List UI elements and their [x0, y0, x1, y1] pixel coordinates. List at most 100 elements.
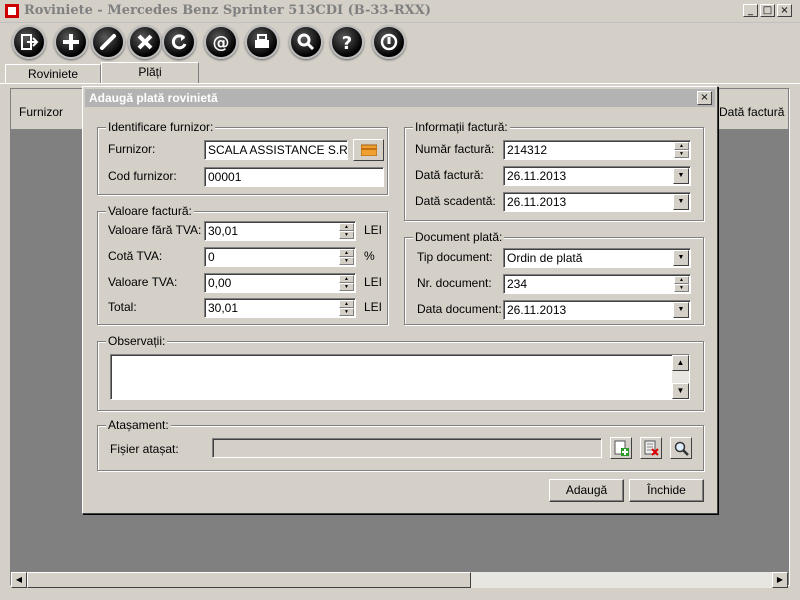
supplier-browse-button[interactable] — [353, 139, 384, 161]
refresh-icon — [171, 34, 187, 50]
help-button[interactable]: ? — [330, 25, 364, 59]
add-attachment-button[interactable] — [610, 437, 632, 459]
vat-rate-spinner[interactable]: ▲ ▼ — [339, 249, 354, 265]
attachment-legend: Atașament: — [106, 418, 171, 432]
scroll-right-button[interactable]: ▶ — [772, 572, 788, 588]
scroll-left-button[interactable]: ◀ — [11, 572, 27, 588]
net-value-spinner[interactable]: ▲ ▼ — [339, 223, 354, 239]
net-value-field[interactable]: 30,01 ▲ ▼ — [204, 221, 356, 241]
title-bar: Roviniete - Mercedes Benz Sprinter 513CD… — [0, 0, 800, 23]
tab-plati[interactable]: Plăți — [101, 62, 199, 84]
net-value-text: 30,01 — [208, 224, 239, 238]
payment-doc-group: Document plată: Tip document: Ordin de p… — [404, 230, 704, 325]
doc-type-select[interactable]: Ordin de plată ▼ — [503, 248, 691, 268]
invoice-value-group: Valoare factură: Valoare fără TVA: 30,01… — [97, 204, 388, 325]
svg-text:@: @ — [213, 33, 230, 52]
invoice-info-group: Informații factură: Număr factură: 21431… — [404, 120, 704, 221]
due-date-label: Dată scadentă: — [415, 194, 496, 208]
view-attachment-button[interactable] — [670, 437, 692, 459]
doc-type-text: Ordin de plată — [507, 251, 583, 265]
add-button-dialog[interactable]: Adaugă — [549, 479, 624, 502]
scroll-thumb[interactable] — [27, 572, 471, 588]
attached-file-field — [212, 438, 602, 458]
vat-value-label: Valoare TVA: — [108, 275, 178, 289]
column-header-data-factura[interactable]: Dată factură — [719, 105, 784, 119]
due-date-picker[interactable]: 26.11.2013 ▼ — [503, 192, 691, 212]
maximize-button[interactable]: □ — [760, 4, 775, 17]
close-button-dialog[interactable]: Închide — [629, 479, 704, 502]
tab-roviniete[interactable]: Roviniete — [5, 64, 101, 84]
chevron-down-icon[interactable]: ▼ — [673, 194, 689, 210]
invoice-number-spinner[interactable]: ▲ ▼ — [674, 142, 689, 158]
total-label: Total: — [108, 300, 137, 314]
print-button[interactable] — [245, 25, 279, 59]
doc-number-field[interactable]: 234 ▲ ▼ — [503, 274, 691, 294]
chevron-down-icon[interactable]: ▼ — [673, 168, 689, 184]
email-button[interactable]: @ — [204, 25, 238, 59]
dialog-title-bar: Adaugă plată rovinietă × — [85, 89, 715, 107]
invoice-info-legend: Informații factură: — [413, 120, 510, 134]
refresh-button[interactable] — [162, 25, 196, 59]
edit-button[interactable] — [91, 25, 125, 59]
scroll-down-button[interactable]: ▼ — [672, 383, 689, 399]
doc-date-picker[interactable]: 26.11.2013 ▼ — [503, 300, 691, 320]
total-unit: LEI — [364, 300, 383, 314]
add-icon — [63, 34, 79, 50]
supplier-field[interactable]: SCALA ASSISTANCE S.R.L. — [204, 140, 348, 160]
dialog-close-button[interactable]: × — [697, 91, 712, 105]
notes-scrollbar[interactable]: ▲ ▼ — [672, 355, 689, 399]
payment-doc-legend: Document plată: — [413, 230, 505, 244]
supplier-code-label: Cod furnizor: — [108, 169, 177, 183]
notes-legend: Observații: — [106, 334, 168, 348]
due-date-text: 26.11.2013 — [507, 195, 567, 209]
window-title: Roviniete - Mercedes Benz Sprinter 513CD… — [24, 3, 431, 18]
chevron-down-icon[interactable]: ▼ — [673, 302, 689, 318]
tab-divider — [0, 83, 800, 84]
doc-number-text: 234 — [507, 277, 528, 291]
net-value-label: Valoare fără TVA: — [108, 223, 202, 237]
chevron-down-icon[interactable]: ▼ — [673, 250, 689, 266]
notes-group: Observații: ▲ ▼ — [97, 334, 704, 411]
email-icon: @ — [213, 33, 230, 52]
print-icon — [255, 34, 269, 48]
notes-textarea[interactable] — [110, 354, 690, 400]
vat-rate-unit: % — [364, 249, 375, 263]
add-payment-dialog: Adaugă plată rovinietă × Identificare fu… — [82, 86, 718, 514]
close-window-button[interactable]: × — [777, 4, 792, 17]
supplier-code-field[interactable]: 00001 — [204, 167, 384, 187]
search-button[interactable] — [289, 25, 323, 59]
invoice-date-picker[interactable]: 26.11.2013 ▼ — [503, 166, 691, 186]
remove-attachment-button[interactable] — [640, 437, 662, 459]
total-field[interactable]: 30,01 ▲ ▼ — [204, 298, 356, 318]
total-spinner[interactable]: ▲ ▼ — [339, 300, 354, 316]
horizontal-scrollbar[interactable]: ◀ ▶ — [11, 572, 788, 588]
exit-button[interactable] — [12, 25, 46, 59]
vat-rate-field[interactable]: 0 ▲ ▼ — [204, 247, 356, 267]
supplier-legend: Identificare furnizor: — [106, 120, 216, 134]
magnifier-icon — [674, 441, 689, 456]
doc-date-label: Data document: — [417, 302, 502, 316]
total-text: 30,01 — [208, 301, 239, 315]
vat-value-text: 0,00 — [208, 276, 232, 290]
column-header-furnizor[interactable]: Furnizor — [19, 105, 63, 119]
remove-file-icon — [644, 440, 659, 456]
vat-value-unit: LEI — [364, 275, 383, 289]
vat-value-spinner[interactable]: ▲ ▼ — [339, 275, 354, 291]
delete-icon — [137, 34, 153, 50]
invoice-value-legend: Valoare factură: — [106, 204, 194, 218]
dialog-title: Adaugă plată rovinietă — [89, 91, 218, 105]
scroll-up-button[interactable]: ▲ — [672, 355, 689, 371]
doc-number-spinner[interactable]: ▲ ▼ — [674, 276, 689, 292]
vat-value-field[interactable]: 0,00 ▲ ▼ — [204, 273, 356, 293]
delete-button[interactable] — [128, 25, 162, 59]
net-value-unit: LEI — [364, 223, 383, 237]
edit-icon — [100, 34, 116, 50]
add-button[interactable] — [54, 25, 88, 59]
minimize-button[interactable]: _ — [743, 4, 758, 17]
power-button[interactable] — [372, 25, 406, 59]
add-file-icon — [614, 440, 629, 456]
doc-number-label: Nr. document: — [417, 276, 492, 290]
invoice-number-field[interactable]: 214312 ▲ ▼ — [503, 140, 691, 160]
svg-text:?: ? — [342, 33, 352, 52]
invoice-date-text: 26.11.2013 — [507, 169, 567, 183]
